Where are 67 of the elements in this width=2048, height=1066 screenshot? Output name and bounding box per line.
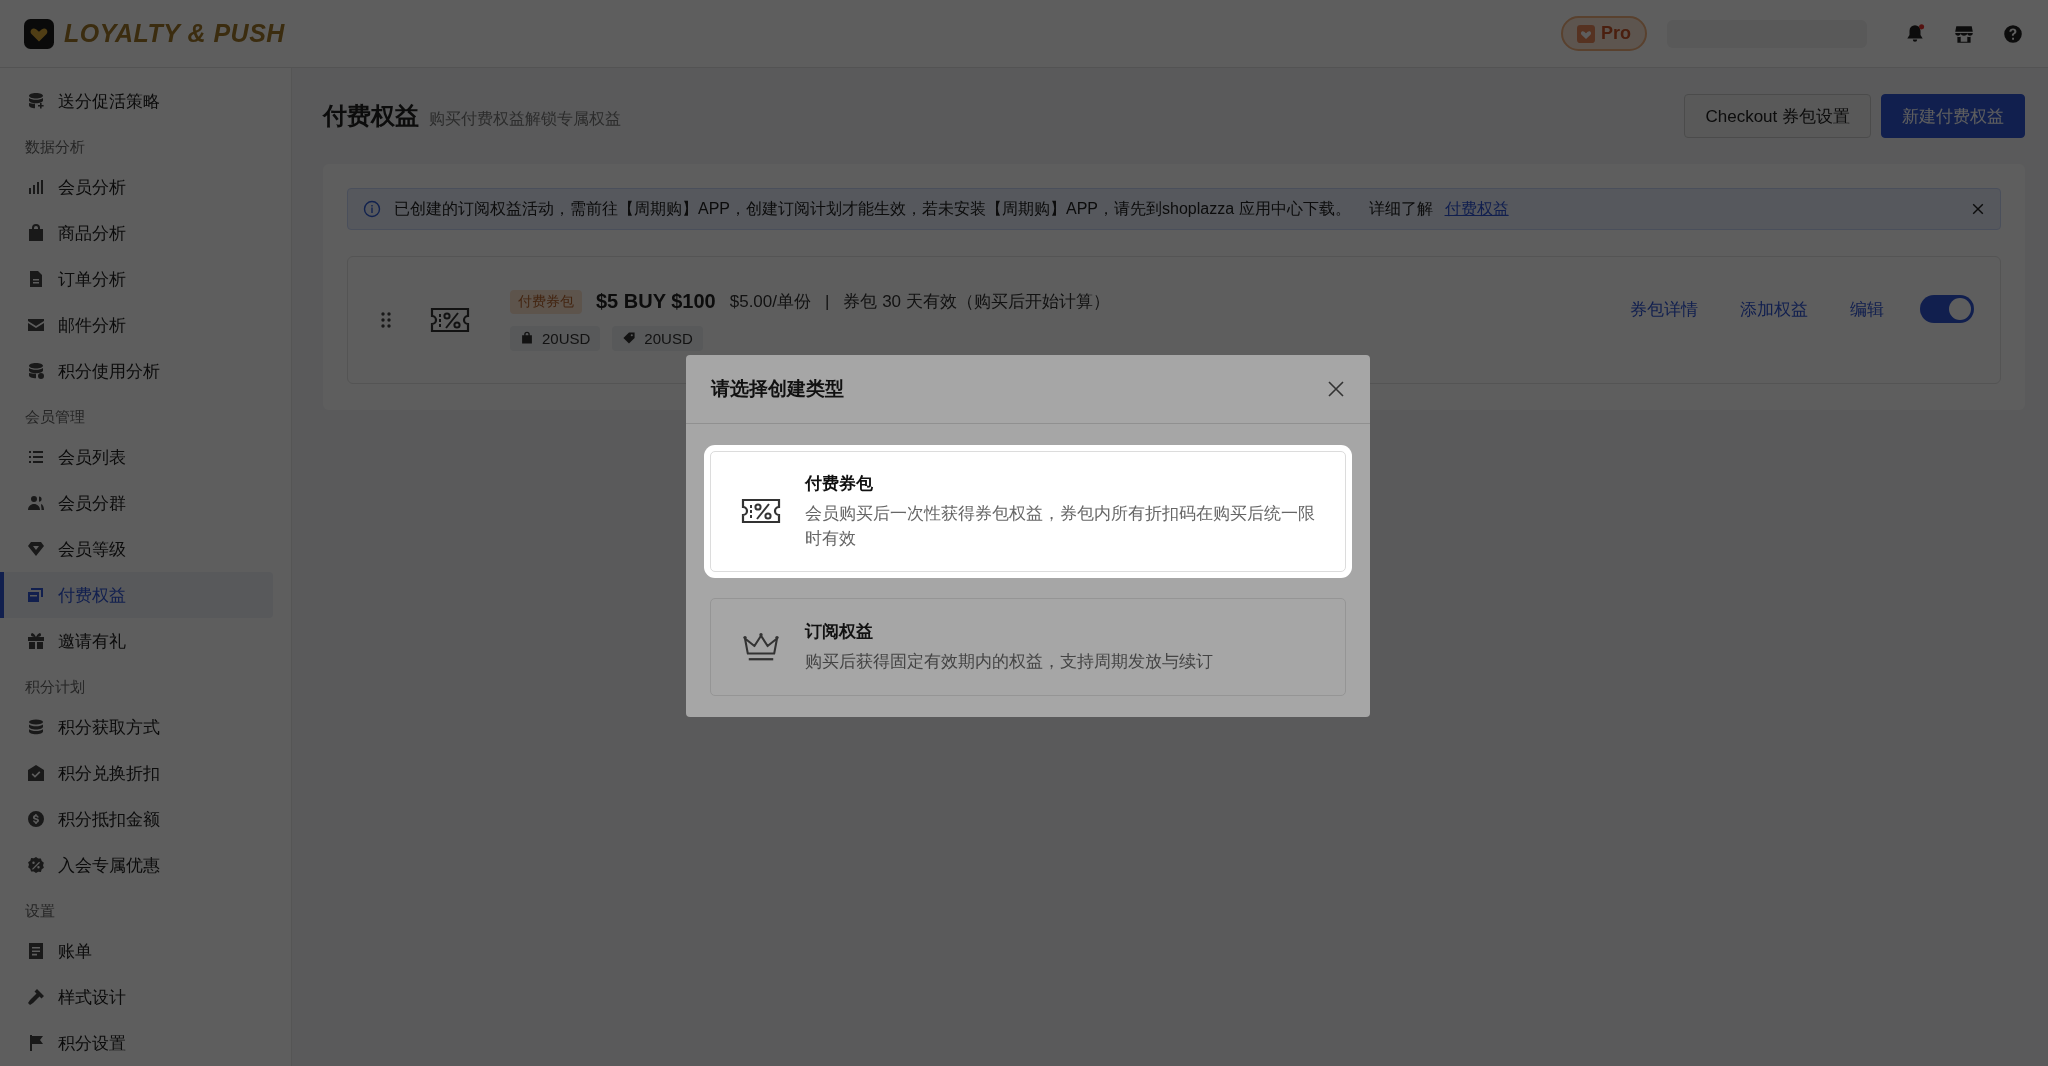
type-option-card[interactable]: 订阅权益 购买后获得固定有效期内的权益，支持周期发放与续订: [710, 597, 1346, 696]
type-tag: 付费券包: [510, 289, 582, 314]
logo-icon: [24, 18, 54, 49]
sidebar-item[interactable]: 积分抵扣金额: [0, 796, 273, 842]
settings-button[interactable]: Checkout 券包设置: [1684, 94, 1871, 138]
app-logo-text: LOYALTY & PUSH: [64, 19, 285, 48]
sidebar-item[interactable]: 邮件分析: [0, 302, 273, 348]
close-icon[interactable]: [1326, 379, 1346, 399]
bag-icon: [26, 223, 46, 243]
sidebar-item[interactable]: 送分促活策略: [0, 78, 273, 124]
help-icon[interactable]: [2002, 22, 2024, 45]
tag-icon: [622, 331, 637, 345]
sidebar-item[interactable]: 会员等级: [0, 526, 273, 572]
sidebar-item[interactable]: 会员分析: [0, 164, 273, 210]
dollar-icon: [26, 809, 46, 829]
amount-chip: 20USD: [510, 325, 601, 351]
percent-badge-icon: [26, 855, 46, 875]
info-icon: [362, 199, 382, 219]
nav-section-heading: 数据分析: [24, 137, 86, 157]
crown-icon: [741, 630, 781, 663]
sidebar-item[interactable]: 商品分析: [0, 210, 273, 256]
bill-icon: [26, 941, 46, 961]
learn-more-text: 详细了解: [1368, 198, 1433, 219]
envelope-icon: [26, 763, 46, 783]
sidebar-item[interactable]: 邀请有礼: [0, 618, 273, 664]
create-button[interactable]: 新建付费权益: [1881, 94, 2025, 138]
sidebar-item[interactable]: 入会专属优惠: [0, 842, 273, 888]
card-icon: [26, 585, 46, 605]
sidebar-item[interactable]: 积分获取方式: [0, 704, 273, 750]
bar-chart-icon: [26, 177, 46, 197]
users-icon: [26, 493, 46, 513]
plan-badge[interactable]: Pro: [1561, 16, 1647, 51]
paid-benefits-link[interactable]: 付费权益: [1444, 198, 1509, 220]
gift-icon: [26, 631, 46, 651]
dialog-title: 请选择创建类型: [711, 377, 844, 401]
action-link[interactable]: 添加权益: [1740, 297, 1808, 321]
benefit-name: $5 BUY $100: [596, 290, 716, 313]
drag-handle-icon[interactable]: [380, 310, 392, 330]
sidebar-item[interactable]: 样式设计: [0, 974, 273, 1020]
database-icon: [26, 361, 46, 381]
option-description: 会员购买后一次性获得券包权益，券包内所有折扣码在购买后统一限时有效: [805, 503, 1316, 549]
validity-text: 券包 30 天有效（购买后开始计算）: [843, 291, 1110, 313]
action-link[interactable]: 编辑: [1850, 297, 1884, 321]
page-title: 付费权益: [323, 101, 419, 131]
sidebar-item[interactable]: 账单: [0, 928, 273, 974]
option-title: 订阅权益: [805, 620, 874, 643]
option-description: 购买后获得固定有效期内的权益，支持周期发放与续订: [805, 650, 1213, 672]
amount-chip: 20USD: [612, 325, 703, 351]
bag-icon: [520, 331, 534, 345]
nav-section-heading: 积分计划: [24, 677, 86, 697]
action-link[interactable]: 券包详情: [1630, 297, 1698, 321]
sidebar-item[interactable]: 积分设置: [0, 1020, 273, 1066]
option-title: 付费券包: [805, 473, 874, 495]
sidebar-item[interactable]: 会员分群: [0, 480, 273, 526]
coupon-icon: [430, 306, 470, 334]
sidebar-item[interactable]: 积分兑换折扣: [0, 750, 273, 796]
unit-price: $5.00/单份: [729, 291, 811, 313]
coins-stack-icon: [26, 717, 46, 737]
alert-text: 已创建的订阅权益活动，需前往【周期购】APP，创建订阅计划才能生效，若未安装【周期购】APP，请先到shoplazza 应用中心下载。: [394, 198, 1351, 219]
sidebar-item[interactable]: 订单分析: [0, 256, 273, 302]
database-icon: [26, 91, 46, 111]
separator-text: |: [825, 291, 830, 312]
sidebar-item[interactable]: 积分使用分析: [0, 348, 273, 394]
sidebar-item[interactable]: 付费权益: [0, 572, 273, 618]
toggle-switch[interactable]: [1920, 295, 1974, 323]
close-icon[interactable]: [1970, 201, 1986, 217]
sidebar-item[interactable]: 会员列表: [0, 434, 273, 480]
